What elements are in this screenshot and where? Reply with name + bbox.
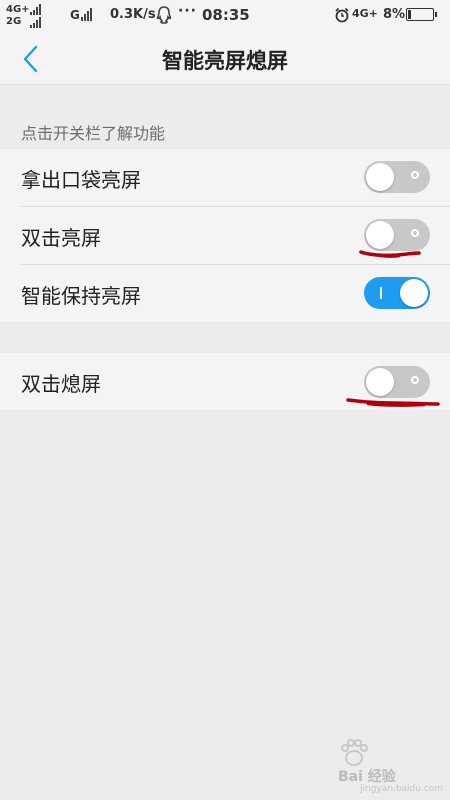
network-indicator: 4G+ 2G xyxy=(6,4,66,30)
smart-stay-awake-toggle[interactable] xyxy=(364,277,430,309)
setting-row-smart-stay-awake[interactable]: 智能保持亮屏 xyxy=(0,265,450,322)
red-underline-annotation xyxy=(346,398,440,407)
section-hint: 点击开关栏了解功能 xyxy=(21,124,166,143)
more-notifications-icon: ··· xyxy=(178,3,197,19)
toggle-knob xyxy=(366,368,394,396)
network-type-3: G xyxy=(70,8,80,22)
nav-bar: 智能亮屏熄屏 xyxy=(0,32,450,85)
network-type-1: 4G+ xyxy=(6,4,30,15)
setting-label: 双击熄屏 xyxy=(21,372,101,396)
watermark-text: Bai 经验 xyxy=(338,769,396,785)
network-type-4: 4G+ xyxy=(352,7,378,20)
toggle-off-icon xyxy=(411,171,419,179)
setting-label: 双击亮屏 xyxy=(21,226,101,250)
red-underline-annotation xyxy=(359,250,421,258)
setting-label: 拿出口袋亮屏 xyxy=(21,168,141,192)
toggle-off-icon xyxy=(411,376,419,384)
baidu-paw-logo xyxy=(341,739,368,766)
battery-percent: 8% xyxy=(383,7,406,22)
status-bar: 4G+ 2G G 0.3K/s ··· 08:35 4G+ 8% xyxy=(0,0,450,32)
watermark-url: jingyan.baidu.com xyxy=(360,784,444,794)
signal-icon xyxy=(30,4,41,15)
signal-icon xyxy=(81,8,92,21)
pocket-wake-toggle[interactable] xyxy=(364,161,430,193)
setting-label: 智能保持亮屏 xyxy=(21,284,141,308)
clock: 08:35 xyxy=(202,6,250,24)
alarm-icon xyxy=(335,7,349,23)
toggle-knob xyxy=(400,279,428,307)
page-title: 智能亮屏熄屏 xyxy=(162,49,288,73)
setting-row-pocket-wake[interactable]: 拿出口袋亮屏 xyxy=(0,149,450,206)
toggle-on-icon xyxy=(380,287,382,299)
qq-icon xyxy=(156,6,172,24)
toggle-knob xyxy=(366,163,394,191)
network-speed: 0.3K/s xyxy=(110,7,156,22)
network-type-2: 2G xyxy=(6,16,22,27)
battery-icon xyxy=(406,8,437,21)
toggle-off-icon xyxy=(411,229,419,237)
signal-icon xyxy=(30,17,41,28)
settings-group-wake: 拿出口袋亮屏 双击亮屏 智能保持亮屏 xyxy=(0,149,450,322)
